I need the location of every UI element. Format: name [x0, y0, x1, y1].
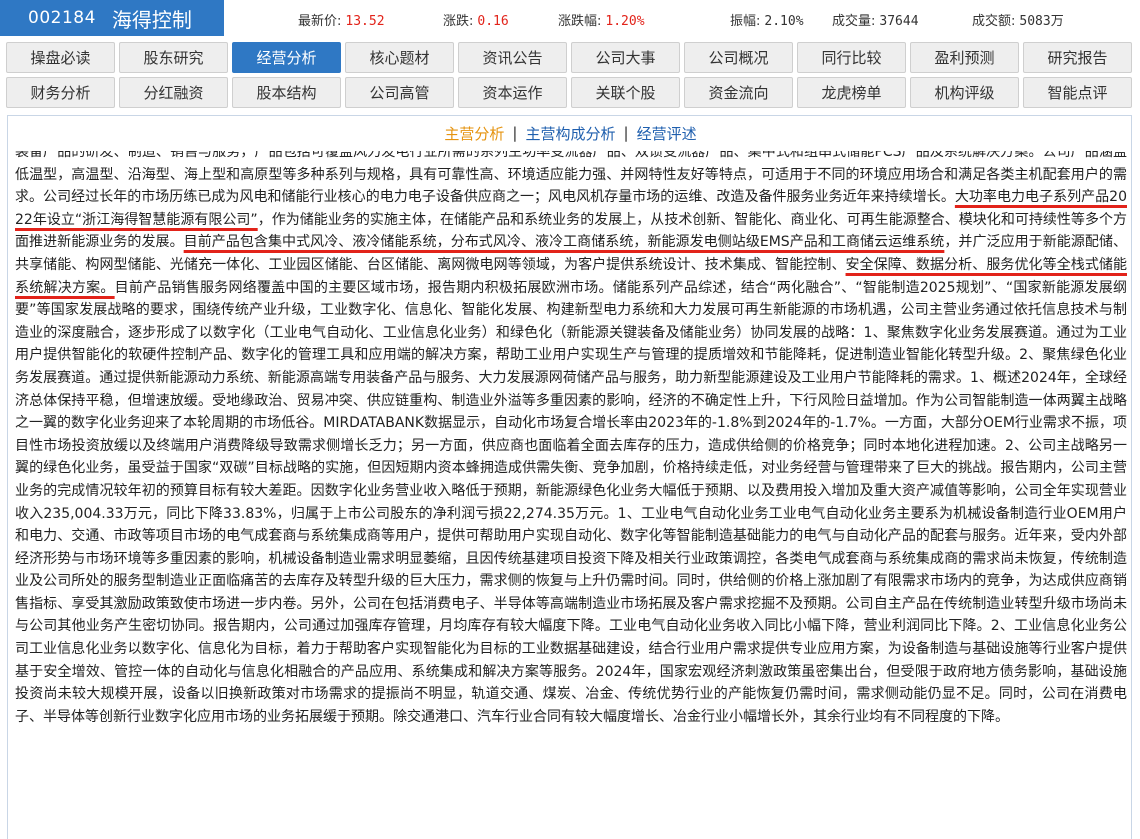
- content-panel: 主营分析 | 主营构成分析 | 经营评述 装备产品的研发、制造、销售与服务，产品…: [7, 115, 1132, 839]
- business-description: 装备产品的研发、制造、销售与服务，产品包括可覆盖风力发电行业所需的系列主功率变流…: [15, 151, 1127, 728]
- tab-row2-6[interactable]: 资金流向: [684, 77, 793, 108]
- nav-row-2: 财务分析 分红融资 股本结构 公司高管 资本运作 关联个股 资金流向 龙虎榜单 机构评级 智能点评: [6, 77, 1136, 109]
- tab-row1-1[interactable]: 股东研究: [119, 42, 228, 73]
- tab-row1-7[interactable]: 同行比较: [797, 42, 906, 73]
- highlighted-text: 目前产品包含集中式风冷、液冷储能系统，分布式风冷、液冷工商储系统，新能源发电侧站…: [183, 234, 945, 251]
- tab-row1-8[interactable]: 盈利预测: [910, 42, 1019, 73]
- tab-row1-2[interactable]: 经营分析: [232, 42, 341, 73]
- sub-nav: 主营分析 | 主营构成分析 | 经营评述: [8, 116, 1131, 150]
- tab-row1-4[interactable]: 资讯公告: [458, 42, 567, 73]
- business-description-scroll[interactable]: 装备产品的研发、制造、销售与服务，产品包括可覆盖风力发电行业所需的系列主功率变流…: [15, 151, 1127, 839]
- tab-row1-3[interactable]: 核心题材: [345, 42, 454, 73]
- stock-name: 海得控制: [111, 7, 192, 32]
- quote-value: 2.10%: [764, 14, 804, 29]
- quote-value: 5083万: [1019, 14, 1064, 29]
- subnav-separator: |: [512, 124, 518, 142]
- quote-item: 涨跌: 0.16: [443, 10, 509, 29]
- quote-item: 成交量: 37644: [832, 10, 919, 29]
- quote-label: 振幅:: [730, 14, 761, 29]
- quote-label: 涨跌:: [443, 14, 474, 29]
- quote-label: 成交额:: [972, 14, 1016, 29]
- quote-value: 1.20%: [605, 14, 645, 29]
- tab-row2-5[interactable]: 关联个股: [571, 77, 680, 108]
- tab-row2-2[interactable]: 股本结构: [232, 77, 341, 108]
- nav-row-1: 操盘必读 股东研究 经营分析 核心题材 资讯公告 公司大事 公司概况 同行比较 盈利预测 研究报告: [6, 42, 1136, 74]
- tab-row1-6[interactable]: 公司概况: [684, 42, 793, 73]
- tab-row2-0[interactable]: 财务分析: [6, 77, 115, 108]
- quote-value: 13.52: [345, 14, 385, 29]
- quote-value: 37644: [879, 14, 919, 29]
- quote-label: 最新价:: [298, 14, 342, 29]
- stock-header: 002184 海得控制 最新价: 13.52 涨跌: 0.16 涨跌幅: 1.20% 振幅:…: [0, 0, 1140, 38]
- tab-row1-0[interactable]: 操盘必读: [6, 42, 115, 73]
- quote-label: 涨跌幅:: [558, 14, 602, 29]
- tab-row2-1[interactable]: 分红融资: [119, 77, 228, 108]
- stock-code: 002184: [28, 8, 96, 28]
- subnav-business-review[interactable]: 经营评述: [637, 123, 697, 144]
- tab-row1-5[interactable]: 公司大事: [571, 42, 680, 73]
- subnav-main-analysis[interactable]: 主营分析: [444, 123, 504, 144]
- tab-row2-7[interactable]: 龙虎榜单: [797, 77, 906, 108]
- quote-item: 涨跌幅: 1.20%: [558, 10, 645, 29]
- tab-row1-9[interactable]: 研究报告: [1023, 42, 1132, 73]
- subnav-separator: |: [623, 124, 629, 142]
- tab-row2-4[interactable]: 资本运作: [458, 77, 567, 108]
- tab-row2-9[interactable]: 智能点评: [1023, 77, 1132, 108]
- stock-title-box: 002184 海得控制: [0, 0, 224, 36]
- quote-value: 0.16: [477, 14, 509, 29]
- tab-row2-8[interactable]: 机构评级: [910, 77, 1019, 108]
- subnav-composition-analysis[interactable]: 主营构成分析: [525, 123, 615, 144]
- quote-item: 成交额: 5083万: [972, 10, 1064, 29]
- quote-item: 振幅: 2.10%: [730, 10, 804, 29]
- description-text: 目前产品销售服务网络覆盖中国的主要区域市场，报告期内积极拓展欧洲市场。储能系列产…: [15, 279, 1127, 725]
- quote-label: 成交量:: [832, 14, 876, 29]
- quote-item: 最新价: 13.52: [298, 10, 385, 29]
- tab-row2-3[interactable]: 公司高管: [345, 77, 454, 108]
